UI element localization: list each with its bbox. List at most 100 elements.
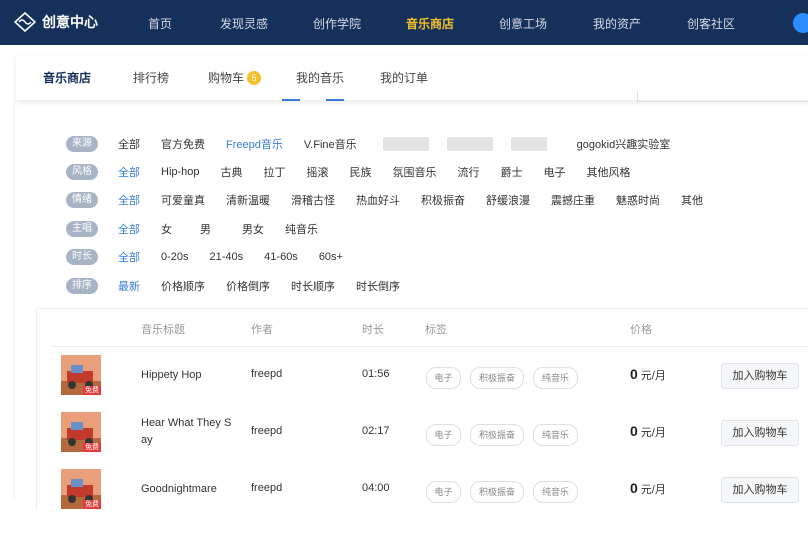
- filter-option[interactable]: 电子: [544, 164, 566, 180]
- filter-option[interactable]: 拉丁: [264, 164, 286, 180]
- filter-label: 风格: [66, 164, 98, 180]
- tab-indicator: [282, 99, 300, 101]
- filter-option[interactable]: 舒缓浪漫: [486, 192, 530, 208]
- filter-option[interactable]: V.Fine音乐: [304, 136, 357, 152]
- price-unit: 元/月: [640, 484, 666, 496]
- price-value: 0: [630, 423, 638, 439]
- filter-option[interactable]: 滑稽古怪: [291, 192, 335, 208]
- tag: 积极振奋: [470, 481, 524, 503]
- nav-workshop[interactable]: 创意工场: [499, 15, 547, 32]
- sort-option[interactable]: 时长顺序: [291, 278, 335, 294]
- filter-option[interactable]: 流行: [458, 164, 480, 180]
- sort-option[interactable]: 时长倒序: [356, 278, 400, 294]
- filter-option[interactable]: 摇滚: [307, 164, 329, 180]
- filter-option[interactable]: 0-20s: [161, 251, 189, 263]
- cover-image[interactable]: 免费: [61, 355, 101, 395]
- divider: [14, 100, 15, 500]
- filter-option[interactable]: 官方免费: [161, 136, 205, 152]
- filter-option[interactable]: gogokid兴趣实验室: [577, 136, 671, 152]
- add-to-cart-button[interactable]: 加入购物车: [721, 363, 799, 389]
- search-input[interactable]: [637, 91, 808, 102]
- nav-music-store[interactable]: 音乐商店: [406, 15, 454, 32]
- cart-count-badge: 5: [247, 71, 262, 85]
- filter-option[interactable]: Hip-hop: [161, 166, 200, 178]
- price-unit: 元/月: [640, 370, 666, 382]
- filter-option[interactable]: 41-60s: [264, 251, 298, 263]
- tag: 纯音乐: [533, 424, 578, 446]
- nav-home[interactable]: 首页: [148, 15, 172, 32]
- tab-indicator: [326, 99, 344, 101]
- filter-option[interactable]: 其他风格: [587, 164, 631, 180]
- filter-label: 情绪: [66, 192, 98, 208]
- filter-option[interactable]: 清新温暖: [226, 192, 270, 208]
- blurred-option[interactable]: [382, 137, 429, 151]
- tab-my-orders[interactable]: 我的订单: [380, 69, 428, 86]
- filter-option[interactable]: 民族: [350, 164, 372, 180]
- filter-option[interactable]: 魅惑时尚: [616, 192, 660, 208]
- filter-option[interactable]: Freepd音乐: [226, 136, 283, 152]
- sort-option[interactable]: 价格倒序: [226, 278, 270, 294]
- table-row[interactable]: 免费 Hippety Hop freepd 01:56 电子 积极振奋 纯音乐 …: [37, 347, 808, 404]
- filter-option[interactable]: 积极振奋: [421, 192, 465, 208]
- cover-image[interactable]: 免费: [61, 469, 101, 509]
- header-title: 音乐标题: [141, 324, 185, 336]
- price: 0 元/月: [630, 366, 666, 383]
- tag: 积极振奋: [470, 424, 524, 446]
- filter-option[interactable]: 21-40s: [210, 251, 244, 263]
- cover-image[interactable]: 免费: [61, 412, 101, 452]
- sort-option[interactable]: 最新: [118, 278, 140, 294]
- music-table: 音乐标题 作者 时长 标签 价格 免费 Hippety Hop freepd 0…: [36, 308, 808, 509]
- song-author: freepd: [251, 482, 283, 494]
- filter-option[interactable]: 全部: [118, 249, 140, 265]
- sort-option[interactable]: 价格顺序: [161, 278, 205, 294]
- filter-option[interactable]: 全部: [118, 221, 140, 237]
- price-unit: 元/月: [640, 427, 666, 439]
- filter-option[interactable]: 纯音乐: [285, 221, 318, 237]
- filter-option[interactable]: 全部: [118, 192, 140, 208]
- nav-my-assets[interactable]: 我的资产: [593, 15, 641, 32]
- song-author: freepd: [251, 425, 283, 437]
- nav-inspiration[interactable]: 发现灵感: [220, 15, 268, 32]
- brand-name: 创意中心: [42, 14, 98, 30]
- table-row[interactable]: 免费 Hear What They Say freepd 02:17 电子 积极…: [37, 404, 808, 461]
- tag: 积极振奋: [470, 367, 524, 389]
- header-author: 作者: [251, 324, 273, 336]
- add-to-cart-button[interactable]: 加入购物车: [721, 477, 799, 503]
- price-value: 0: [630, 480, 638, 496]
- blurred-option[interactable]: [446, 137, 493, 151]
- tab-ranking[interactable]: 排行榜: [133, 69, 169, 86]
- song-duration: 01:56: [362, 368, 390, 380]
- filter-option[interactable]: 爵士: [501, 164, 523, 180]
- blurred-option[interactable]: [510, 137, 547, 151]
- table-row[interactable]: 免费 Goodnightmare freepd 04:00 电子 积极振奋 纯音…: [37, 461, 808, 518]
- price: 0 元/月: [630, 480, 666, 497]
- filter-option[interactable]: 震撼庄重: [551, 192, 595, 208]
- filter-option[interactable]: 热血好斗: [356, 192, 400, 208]
- tab-my-music[interactable]: 我的音乐: [296, 69, 344, 86]
- filter-option[interactable]: 全部: [118, 136, 140, 152]
- tab-cart[interactable]: 购物车 5: [208, 69, 262, 86]
- filter-option[interactable]: 女: [161, 221, 172, 237]
- nav-community[interactable]: 创客社区: [687, 15, 735, 32]
- filter-option[interactable]: 男女: [242, 221, 264, 237]
- filter-option[interactable]: 全部: [118, 164, 140, 180]
- filter-option[interactable]: 60s+: [319, 251, 343, 263]
- avatar[interactable]: [793, 13, 808, 33]
- brand-logo[interactable]: 创意中心: [14, 12, 98, 32]
- header-duration: 时长: [362, 324, 384, 336]
- filter-option[interactable]: 男: [200, 221, 211, 237]
- nav-academy[interactable]: 创作学院: [313, 15, 361, 32]
- tab-cart-label: 购物车: [208, 71, 245, 85]
- filter-option[interactable]: 可爱童真: [161, 192, 205, 208]
- tag: 纯音乐: [533, 367, 578, 389]
- price: 0 元/月: [630, 423, 666, 440]
- add-to-cart-button[interactable]: 加入购物车: [721, 420, 799, 446]
- filter-option[interactable]: 氛围音乐: [393, 164, 437, 180]
- tab-music-store[interactable]: 音乐商店: [43, 69, 91, 86]
- song-title[interactable]: Hear What They Say: [141, 415, 237, 449]
- song-title[interactable]: Goodnightmare: [141, 481, 237, 498]
- song-title[interactable]: Hippety Hop: [141, 367, 237, 384]
- filter-option[interactable]: 其他: [681, 192, 703, 208]
- filter-option[interactable]: 古典: [221, 164, 243, 180]
- filter-sort: 排序 最新 价格顺序 价格倒序 时长顺序 时长倒序: [66, 276, 421, 296]
